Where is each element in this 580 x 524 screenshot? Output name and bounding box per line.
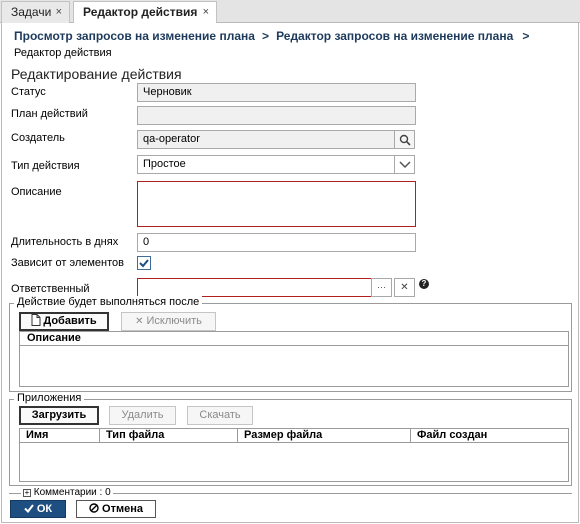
table-header: Описание <box>20 332 568 346</box>
status-label: Статус <box>11 86 46 98</box>
exclude-button-label: Исключить <box>146 315 202 327</box>
ok-button-label: ОК <box>36 503 53 515</box>
creator-label: Создатель <box>11 132 65 144</box>
column-file-size[interactable]: Размер файла <box>238 429 411 442</box>
responsible-label: Ответственный <box>11 283 90 295</box>
breadcrumb-separator: > <box>261 29 269 43</box>
breadcrumb-link-request-editor[interactable]: Редактор запросов на изменение плана <box>276 29 513 43</box>
breadcrumb-link-requests[interactable]: Просмотр запросов на изменение плана <box>14 29 255 43</box>
tab-label: Редактор действия <box>83 5 198 19</box>
breadcrumb-separator: > <box>522 29 530 43</box>
ok-button[interactable]: ОК <box>10 500 66 518</box>
clear-button[interactable]: ✕ <box>394 278 415 297</box>
search-button[interactable] <box>394 130 415 149</box>
add-button[interactable]: Добавить <box>19 312 109 331</box>
add-button-label: Добавить <box>43 315 97 327</box>
cancel-icon <box>89 503 99 513</box>
search-icon <box>399 134 411 146</box>
plan-label: План действий <box>11 108 88 120</box>
comments-toggle[interactable]: + Комментарии : 0 <box>21 487 113 498</box>
status-field: Черновик <box>137 83 416 102</box>
action-type-dropdown[interactable] <box>394 155 415 174</box>
column-name[interactable]: Имя <box>20 429 100 442</box>
duration-input[interactable]: 0 <box>137 233 416 252</box>
creator-field[interactable]: qa-operator <box>137 130 395 149</box>
browse-button[interactable]: ··· <box>371 278 392 297</box>
depends-checkbox[interactable] <box>137 256 151 270</box>
responsible-field[interactable] <box>137 278 372 297</box>
exclude-button[interactable]: ✕ Исключить <box>121 312 216 331</box>
breadcrumb: Просмотр запросов на изменение плана > Р… <box>14 29 529 43</box>
upload-button[interactable]: Загрузить <box>19 406 99 425</box>
check-icon <box>24 504 34 514</box>
chevron-down-icon <box>398 161 411 169</box>
predecessors-table: Описание <box>19 331 569 387</box>
close-icon[interactable]: × <box>203 2 209 22</box>
action-type-select[interactable]: Простое <box>137 155 395 174</box>
tab-bar: Задачи × Редактор действия × <box>0 0 580 24</box>
help-icon[interactable]: ? <box>419 279 429 289</box>
column-file-type[interactable]: Тип файла <box>100 429 238 442</box>
attachments-table: Имя Тип файла Размер файла Файл создан <box>19 428 569 482</box>
column-description[interactable]: Описание <box>20 332 568 345</box>
depends-label: Зависит от элементов <box>11 257 124 269</box>
expand-icon: + <box>23 488 31 497</box>
predecessors-legend: Действие будет выполняться после <box>14 296 203 308</box>
table-header: Имя Тип файла Размер файла Файл создан <box>20 429 568 443</box>
tab-label: Задачи <box>11 5 52 19</box>
comments-label: Комментарии : 0 <box>33 487 111 498</box>
tab-action-editor[interactable]: Редактор действия × <box>73 1 217 24</box>
attachments-legend: Приложения <box>14 392 85 404</box>
tab-tasks[interactable]: Задачи × <box>1 1 70 23</box>
column-file-created[interactable]: Файл создан <box>411 429 568 442</box>
plan-field <box>137 106 416 125</box>
action-type-label: Тип действия <box>11 160 80 172</box>
description-textarea[interactable] <box>137 181 416 227</box>
cancel-button-label: Отмена <box>102 503 143 515</box>
editor-panel: Просмотр запросов на изменение плана > Р… <box>1 23 579 523</box>
cancel-button[interactable]: Отмена <box>76 500 156 518</box>
document-icon <box>31 314 41 326</box>
page-title: Редактирование действия <box>11 66 182 82</box>
close-icon[interactable]: × <box>56 2 62 22</box>
close-icon: ✕ <box>135 316 144 327</box>
delete-button[interactable]: Удалить <box>109 406 176 425</box>
breadcrumb-current: Редактор действия <box>14 47 112 59</box>
download-button[interactable]: Скачать <box>187 406 253 425</box>
checkmark-icon <box>139 259 149 268</box>
duration-label: Длительность в днях <box>11 236 119 248</box>
description-label: Описание <box>11 186 62 198</box>
